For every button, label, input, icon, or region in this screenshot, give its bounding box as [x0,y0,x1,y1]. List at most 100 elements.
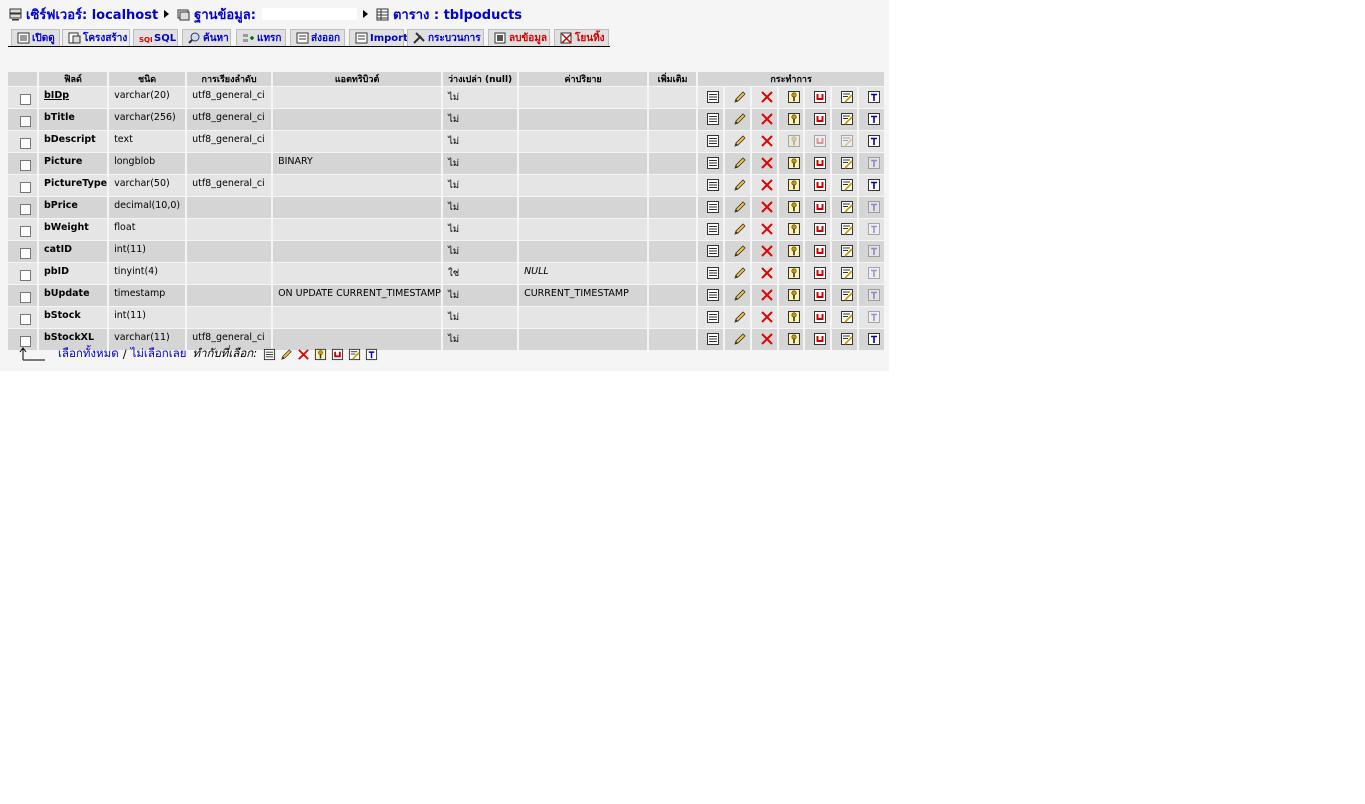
checkbox[interactable] [19,292,31,303]
unique-action[interactable] [805,307,831,329]
checkbox[interactable] [19,270,31,281]
index-action[interactable] [832,219,858,241]
checkbox[interactable] [19,160,31,171]
drop-action[interactable] [751,109,777,131]
primary-key-action[interactable] [778,153,804,175]
row-checkbox[interactable] [8,197,37,219]
primary-key-action[interactable] [778,329,804,351]
edit-action[interactable] [724,263,750,285]
breadcrumb-table[interactable]: ตาราง : tblpoducts [393,4,522,25]
index-action[interactable] [832,87,858,109]
row-checkbox[interactable] [8,263,37,285]
fulltext-action[interactable] [859,109,885,131]
index-action[interactable] [832,175,858,197]
drop-action[interactable] [751,153,777,175]
uncheck-all-link[interactable]: ไม่เลือกเลย [131,345,187,363]
bulk-index-button[interactable] [348,347,365,361]
breadcrumb-database[interactable]: ฐานข้อมูล: [194,4,256,25]
checkbox[interactable] [19,248,31,259]
browse-distinct-action[interactable] [698,131,723,153]
fulltext-action[interactable] [859,131,885,153]
browse-distinct-action[interactable] [698,153,723,175]
check-all-link[interactable]: เลือกทั้งหมด [58,345,119,363]
tab-drop[interactable]: โยนทิ้ง [554,29,609,46]
bulk-drop-button[interactable] [297,347,314,361]
checkbox[interactable] [19,226,31,237]
drop-action[interactable] [751,285,777,307]
browse-distinct-action[interactable] [698,241,723,263]
drop-action[interactable] [751,175,777,197]
primary-key-action[interactable] [778,263,804,285]
drop-action[interactable] [751,131,777,153]
checkbox[interactable] [19,314,31,325]
browse-distinct-action[interactable] [698,197,723,219]
row-checkbox[interactable] [8,109,37,131]
fulltext-action[interactable] [859,175,885,197]
index-action[interactable] [832,197,858,219]
unique-action[interactable] [805,153,831,175]
browse-distinct-action[interactable] [698,329,723,351]
drop-action[interactable] [751,219,777,241]
bulk-browse-distinct-button[interactable] [263,347,280,361]
primary-key-action[interactable] [778,87,804,109]
browse-distinct-action[interactable] [698,285,723,307]
checkbox[interactable] [19,182,31,193]
tab-import[interactable]: Import [349,29,408,46]
edit-action[interactable] [724,109,750,131]
primary-key-action[interactable] [778,241,804,263]
index-action[interactable] [832,329,858,351]
row-checkbox[interactable] [8,307,37,329]
unique-action[interactable] [805,109,831,131]
unique-action[interactable] [805,285,831,307]
index-action[interactable] [832,307,858,329]
primary-key-action[interactable] [778,175,804,197]
tab-empty[interactable]: ลบข้อมูล [488,29,550,46]
edit-action[interactable] [724,329,750,351]
tab-insert[interactable]: แทรก [236,29,286,46]
unique-action[interactable] [805,263,831,285]
primary-key-action[interactable] [778,109,804,131]
index-action[interactable] [832,109,858,131]
unique-action[interactable] [805,197,831,219]
bulk-unique-button[interactable] [331,347,348,361]
browse-distinct-action[interactable] [698,87,723,109]
bulk-primary-key-button[interactable] [314,347,331,361]
edit-action[interactable] [724,131,750,153]
row-checkbox[interactable] [8,285,37,307]
unique-action[interactable] [805,241,831,263]
edit-action[interactable] [724,285,750,307]
primary-key-action[interactable] [778,307,804,329]
checkbox[interactable] [19,204,31,215]
index-action[interactable] [832,263,858,285]
browse-distinct-action[interactable] [698,109,723,131]
tab-structure[interactable]: โครงสร้าง [62,29,130,46]
row-checkbox[interactable] [8,131,37,153]
primary-key-action[interactable] [778,219,804,241]
checkbox[interactable] [19,116,31,127]
tab-sql[interactable]: SQLSQL [133,29,178,46]
tab-browse[interactable]: เปิดดู [11,29,60,46]
browse-distinct-action[interactable] [698,175,723,197]
unique-action[interactable] [805,219,831,241]
edit-action[interactable] [724,219,750,241]
edit-action[interactable] [724,153,750,175]
fulltext-action[interactable] [859,329,885,351]
tab-export[interactable]: ส่งออก [290,29,345,46]
browse-distinct-action[interactable] [698,219,723,241]
browse-distinct-action[interactable] [698,307,723,329]
drop-action[interactable] [751,307,777,329]
drop-action[interactable] [751,87,777,109]
header-field[interactable]: ฟิลด์ [39,72,108,87]
unique-action[interactable] [805,175,831,197]
primary-key-action[interactable] [778,285,804,307]
browse-distinct-action[interactable] [698,263,723,285]
unique-action[interactable] [805,329,831,351]
primary-key-action[interactable] [778,197,804,219]
bulk-edit-button[interactable] [280,347,297,361]
drop-action[interactable] [751,197,777,219]
drop-action[interactable] [751,263,777,285]
edit-action[interactable] [724,307,750,329]
row-checkbox[interactable] [8,241,37,263]
row-checkbox[interactable] [8,87,37,109]
row-checkbox[interactable] [8,175,37,197]
